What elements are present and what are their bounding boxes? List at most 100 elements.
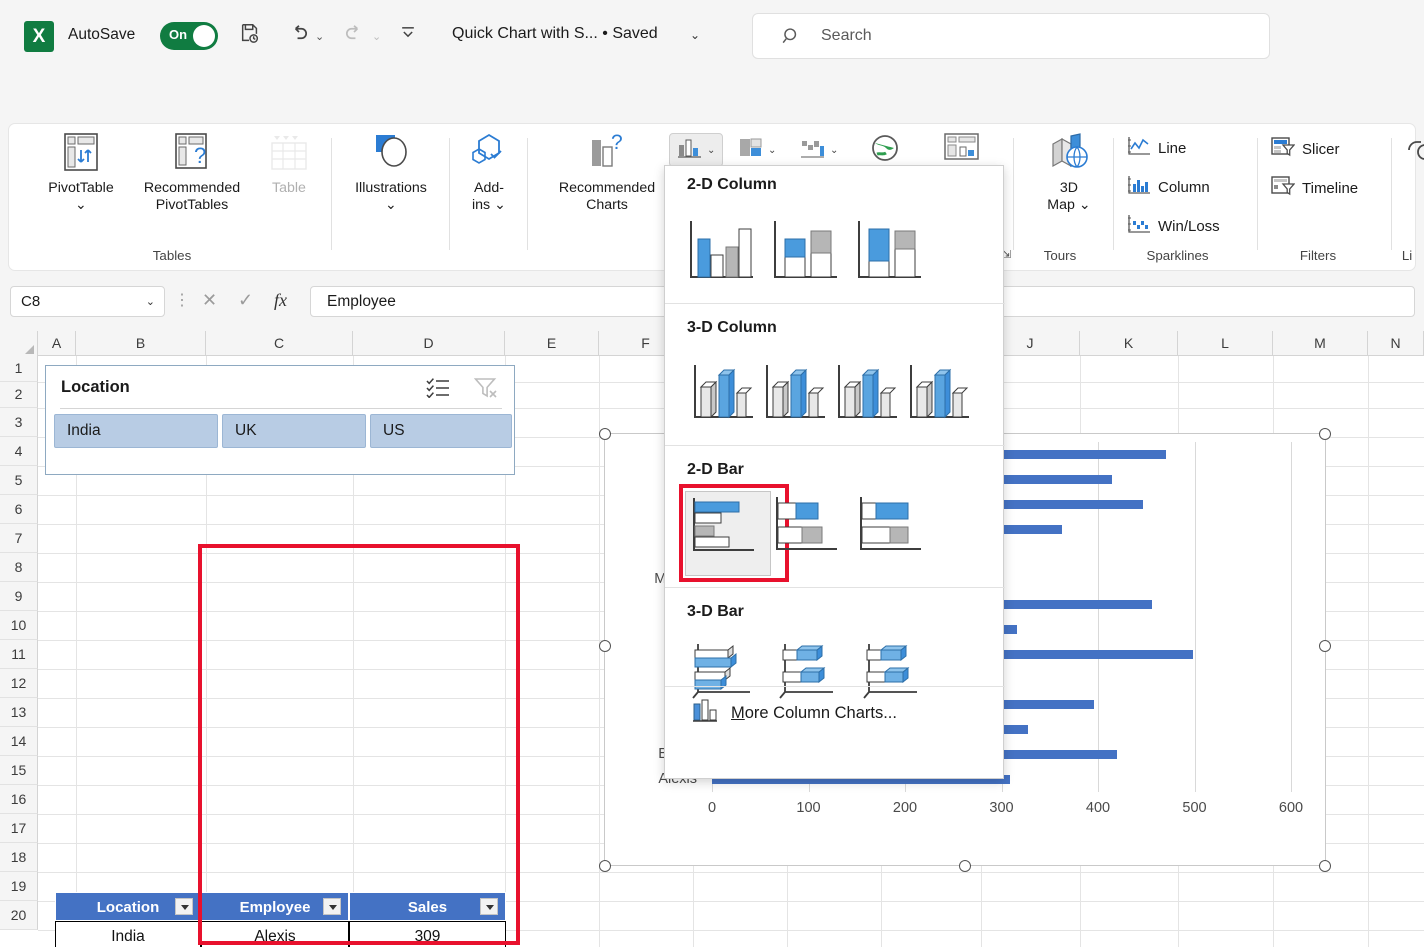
filters-timeline-button[interactable]: Timeline bbox=[1271, 175, 1358, 202]
resize-handle-w[interactable] bbox=[599, 640, 611, 652]
column-header-K[interactable]: K bbox=[1080, 331, 1178, 356]
row-header-11[interactable]: 11 bbox=[0, 640, 38, 669]
column-header-N[interactable]: N bbox=[1368, 331, 1424, 356]
column-header-M[interactable]: M bbox=[1273, 331, 1368, 356]
maps-chart-button[interactable] bbox=[861, 133, 909, 167]
recommended-charts-button[interactable]: ?RecommendedCharts bbox=[537, 132, 677, 214]
row-header-16[interactable]: 16 bbox=[0, 785, 38, 814]
column-header-L[interactable]: L bbox=[1178, 331, 1273, 356]
chart-type-2-d-bar-3[interactable] bbox=[853, 491, 939, 576]
more-options-icon[interactable]: ⋮ bbox=[174, 290, 190, 310]
illustrations-button[interactable]: Illustrations⌄ bbox=[341, 132, 441, 214]
chart-type-3-d-column-2[interactable] bbox=[757, 359, 827, 444]
chart-type-2-d-column-3[interactable] bbox=[853, 217, 939, 302]
column-header-B[interactable]: B bbox=[76, 331, 206, 356]
row-header-7[interactable]: 7 bbox=[0, 524, 38, 553]
row-header-10[interactable]: 10 bbox=[0, 611, 38, 640]
filter-dropdown-employee-icon[interactable] bbox=[323, 898, 341, 915]
document-title[interactable]: Quick Chart with S... • Saved bbox=[452, 25, 658, 43]
cancel-icon[interactable]: ✕ bbox=[202, 290, 217, 311]
column-header-D[interactable]: D bbox=[353, 331, 505, 356]
row-header-20[interactable]: 20 bbox=[0, 901, 38, 930]
links-l-button[interactable]: L bbox=[1405, 136, 1424, 169]
waterfall-chart-button[interactable]: ⌄ bbox=[793, 133, 845, 167]
resize-handle-se[interactable] bbox=[1319, 860, 1331, 872]
slicer-item-us[interactable]: US bbox=[370, 414, 512, 448]
column-bar-chart-button[interactable]: ⌄ bbox=[669, 133, 723, 167]
chevron-down-icon[interactable]: ⌄ bbox=[830, 145, 838, 156]
column-header-A[interactable]: A bbox=[38, 331, 76, 356]
resize-handle-ne[interactable] bbox=[1319, 428, 1331, 440]
3d-map-icon bbox=[1029, 132, 1109, 180]
resize-handle-s[interactable] bbox=[959, 860, 971, 872]
select-all-button[interactable] bbox=[0, 331, 38, 356]
row-header-4[interactable]: 4 bbox=[0, 437, 38, 466]
slicer-item-india[interactable]: India bbox=[54, 414, 218, 448]
sparklines-win-loss-button[interactable]: Win/Loss bbox=[1127, 214, 1220, 239]
3d-map-button[interactable]: 3DMap ⌄ bbox=[1029, 132, 1109, 214]
table-cell[interactable]: Alexis bbox=[201, 921, 349, 947]
resize-handle-e[interactable] bbox=[1319, 640, 1331, 652]
chart-type-2-d-bar-1[interactable] bbox=[685, 491, 771, 576]
sparklines-line-button[interactable]: Line bbox=[1127, 136, 1186, 161]
filters-slicer-button[interactable]: Slicer bbox=[1271, 136, 1340, 163]
chevron-down-icon[interactable]: ⌄ bbox=[768, 145, 776, 156]
row-header-8[interactable]: 8 bbox=[0, 553, 38, 582]
column-header-C[interactable]: C bbox=[206, 331, 353, 356]
insert-chart-dropdown-menu[interactable]: More Column Charts... 2-D Column3-D Colu… bbox=[664, 165, 1004, 779]
autosave-toggle[interactable]: On bbox=[160, 22, 218, 50]
filter-dropdown-location-icon[interactable] bbox=[175, 898, 193, 915]
row-header-1[interactable]: 1 bbox=[0, 356, 38, 382]
row-header-2[interactable]: 2 bbox=[0, 382, 38, 408]
row-header-19[interactable]: 19 bbox=[0, 872, 38, 901]
row-header-6[interactable]: 6 bbox=[0, 495, 38, 524]
document-title-dropdown-icon[interactable]: ⌄ bbox=[690, 28, 700, 42]
chart-type-3-d-column-3[interactable] bbox=[829, 359, 899, 444]
enter-icon[interactable]: ✓ bbox=[238, 290, 253, 311]
multi-select-icon[interactable] bbox=[426, 377, 450, 403]
chart-type-2-d-column-1[interactable] bbox=[685, 217, 771, 302]
clear-filter-icon[interactable] bbox=[474, 377, 498, 404]
chevron-down-icon[interactable]: ⌄ bbox=[707, 145, 715, 156]
undo-dropdown-icon[interactable]: ⌄ bbox=[315, 30, 324, 43]
table-cell[interactable]: 309 bbox=[349, 921, 506, 947]
chart-type-3-d-bar-2[interactable] bbox=[769, 636, 855, 721]
row-header-3[interactable]: 3 bbox=[0, 408, 38, 437]
add-ins-button[interactable]: Add-ins ⌄ bbox=[457, 132, 521, 214]
slicer-item-uk[interactable]: UK bbox=[222, 414, 366, 448]
row-header-13[interactable]: 13 bbox=[0, 698, 38, 727]
filter-dropdown-sales-icon[interactable] bbox=[480, 898, 498, 915]
redo-icon[interactable] bbox=[340, 22, 368, 50]
resize-handle-sw[interactable] bbox=[599, 860, 611, 872]
redo-dropdown-icon[interactable]: ⌄ bbox=[372, 30, 381, 43]
row-header-12[interactable]: 12 bbox=[0, 669, 38, 698]
hierarchy-chart-button[interactable]: ⌄ bbox=[731, 133, 783, 167]
customize-quick-access-icon[interactable] bbox=[394, 22, 422, 50]
resize-handle-nw[interactable] bbox=[599, 428, 611, 440]
sparklines-column-button[interactable]: Column bbox=[1127, 175, 1210, 200]
row-header-5[interactable]: 5 bbox=[0, 466, 38, 495]
table-cell[interactable]: India bbox=[55, 921, 201, 947]
chart-type-3-d-bar-1[interactable] bbox=[685, 636, 771, 721]
chart-type-2-d-column-2[interactable] bbox=[769, 217, 855, 302]
name-box[interactable]: C8 ⌄ bbox=[10, 286, 165, 317]
save-icon[interactable] bbox=[236, 22, 264, 50]
location-slicer[interactable]: Location IndiaUKUS bbox=[45, 365, 515, 475]
chart-gridline bbox=[1098, 442, 1099, 792]
row-header-9[interactable]: 9 bbox=[0, 582, 38, 611]
chart-type-2-d-bar-2[interactable] bbox=[769, 491, 855, 576]
row-header-17[interactable]: 17 bbox=[0, 814, 38, 843]
pivottable-button[interactable]: PivotTable⌄ bbox=[31, 132, 131, 214]
recommended-pivottables-button[interactable]: ?RecommendedPivotTables bbox=[135, 132, 249, 214]
row-header-18[interactable]: 18 bbox=[0, 843, 38, 872]
pivotchart-button[interactable] bbox=[935, 133, 989, 167]
row-header-15[interactable]: 15 bbox=[0, 756, 38, 785]
chart-type-3-d-column-4[interactable] bbox=[901, 359, 971, 444]
row-header-14[interactable]: 14 bbox=[0, 727, 38, 756]
undo-icon[interactable] bbox=[284, 22, 312, 50]
chart-type-3-d-column-1[interactable] bbox=[685, 359, 755, 444]
search-input[interactable]: Search bbox=[752, 13, 1270, 59]
column-header-E[interactable]: E bbox=[505, 331, 599, 356]
chart-type-3-d-bar-3[interactable] bbox=[853, 636, 939, 721]
insert-function-icon[interactable]: fx bbox=[274, 290, 287, 311]
